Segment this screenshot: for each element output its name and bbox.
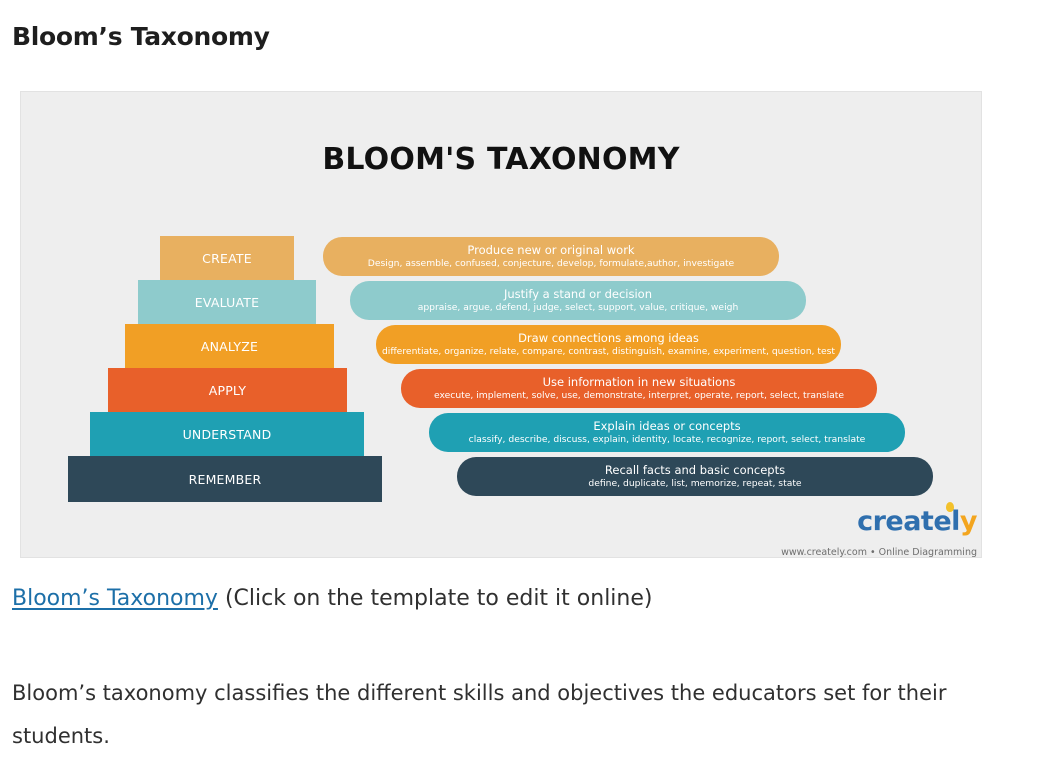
description-verbs: execute, implement, solve, use, demonstr… bbox=[433, 390, 845, 401]
description-apply: Use information in new situations execut… bbox=[401, 369, 877, 408]
description-title: Produce new or original work bbox=[467, 243, 635, 257]
level-understand: UNDERSTAND bbox=[90, 412, 364, 457]
level-remember: REMEMBER bbox=[68, 456, 382, 502]
description-verbs: classify, describe, discuss, explain, id… bbox=[468, 434, 866, 445]
caption-text: (Click on the template to edit it online… bbox=[217, 586, 653, 611]
description-title: Recall facts and basic concepts bbox=[604, 463, 786, 477]
logo-caption: www.creately.com • Online Diagramming bbox=[781, 547, 977, 558]
creately-logo: creately bbox=[857, 506, 977, 537]
description-remember: Recall facts and basic concepts define, … bbox=[457, 457, 933, 496]
caption-line: Bloom’s Taxonomy (Click on the template … bbox=[12, 586, 652, 611]
description-title: Draw connections among ideas bbox=[518, 331, 699, 345]
description-verbs: appraise, argue, defend, judge, select, … bbox=[417, 302, 739, 313]
level-analyze: ANALYZE bbox=[125, 324, 334, 369]
level-create: CREATE bbox=[160, 236, 294, 281]
description-title: Explain ideas or concepts bbox=[593, 419, 741, 433]
description-create: Produce new or original work Design, ass… bbox=[323, 237, 779, 276]
description-analyze: Draw connections among ideas differentia… bbox=[376, 325, 841, 364]
blooms-taxonomy-diagram[interactable]: BLOOM'S TAXONOMY CREATE EVALUATE ANALYZE… bbox=[20, 91, 982, 558]
level-apply: APPLY bbox=[108, 368, 347, 413]
page-title: Bloom’s Taxonomy bbox=[12, 22, 270, 51]
description-verbs: differentiate, organize, relate, compare… bbox=[381, 346, 836, 357]
body-paragraph: Bloom’s taxonomy classifies the differen… bbox=[12, 681, 947, 748]
description-verbs: Design, assemble, confused, conjecture, … bbox=[367, 258, 735, 269]
template-link[interactable]: Bloom’s Taxonomy bbox=[12, 586, 218, 611]
description-understand: Explain ideas or concepts classify, desc… bbox=[429, 413, 905, 452]
description-verbs: define, duplicate, list, memorize, repea… bbox=[588, 478, 802, 489]
diagram-title: BLOOM'S TAXONOMY bbox=[322, 142, 680, 177]
level-evaluate: EVALUATE bbox=[138, 280, 316, 325]
description-evaluate: Justify a stand or decision appraise, ar… bbox=[350, 281, 806, 320]
description-title: Use information in new situations bbox=[542, 375, 736, 389]
description-title: Justify a stand or decision bbox=[503, 287, 652, 301]
